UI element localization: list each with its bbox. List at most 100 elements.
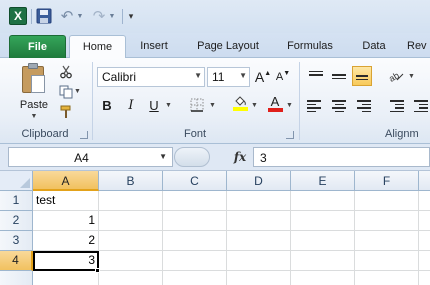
column-header-a[interactable]: A — [33, 171, 99, 191]
cell-f5[interactable] — [355, 271, 419, 285]
cell-c5[interactable] — [163, 271, 227, 285]
font-launcher-icon[interactable] — [286, 131, 294, 139]
decrease-indent-icon[interactable] — [386, 97, 404, 115]
cell-e4[interactable] — [291, 251, 355, 271]
font-name-select[interactable]: Calibri ▼ — [97, 67, 205, 87]
fill-color-icon[interactable] — [231, 94, 249, 112]
chevron-down-icon: ▼ — [194, 71, 202, 80]
italic-button[interactable]: I — [123, 96, 139, 114]
tab-data[interactable]: Data — [352, 35, 396, 58]
cut-icon[interactable] — [58, 64, 74, 80]
cell-f2[interactable] — [355, 211, 419, 231]
paste-button[interactable]: Paste ▼ — [14, 62, 54, 122]
cell-b5[interactable] — [99, 271, 163, 285]
font-size-select[interactable]: 11 ▼ — [207, 67, 250, 87]
cell-d4[interactable] — [227, 251, 291, 271]
undo-dropdown-icon[interactable]: ▼ — [76, 7, 84, 25]
excel-logo-icon[interactable]: X — [9, 7, 27, 25]
cell-c4[interactable] — [163, 251, 227, 271]
fill-color-dropdown-icon[interactable]: ▼ — [251, 102, 258, 109]
align-right-icon[interactable] — [353, 97, 371, 115]
cell-a5[interactable] — [33, 271, 99, 285]
align-left-icon[interactable] — [307, 97, 325, 115]
copy-dropdown-icon[interactable]: ▼ — [74, 88, 81, 95]
column-header-f[interactable]: F — [355, 171, 419, 191]
tab-file[interactable]: File — [9, 35, 66, 58]
tab-review[interactable]: Rev — [407, 35, 430, 58]
cell-b2[interactable] — [99, 211, 163, 231]
align-top-icon[interactable] — [307, 66, 325, 84]
cell-g5[interactable] — [419, 271, 430, 285]
orientation-dropdown-icon[interactable]: ▼ — [408, 73, 415, 80]
font-color-dropdown-icon[interactable]: ▼ — [286, 102, 293, 109]
increase-indent-icon[interactable] — [410, 97, 428, 115]
cell-f3[interactable] — [355, 231, 419, 251]
formula-bar-separator[interactable] — [174, 147, 210, 167]
insert-function-button[interactable]: fx — [230, 148, 250, 166]
cell-c2[interactable] — [163, 211, 227, 231]
underline-dropdown-icon[interactable]: ▼ — [165, 102, 172, 109]
cell-g4[interactable] — [419, 251, 430, 271]
bold-button[interactable]: B — [99, 96, 115, 114]
copy-icon[interactable] — [58, 84, 74, 100]
cell-c1[interactable] — [163, 191, 227, 211]
cell-d5[interactable] — [227, 271, 291, 285]
cell-e3[interactable] — [291, 231, 355, 251]
customize-toolbar-icon[interactable]: ▾ — [126, 7, 136, 25]
cell-d1[interactable] — [227, 191, 291, 211]
row-header-5[interactable] — [0, 271, 33, 285]
cell-a2[interactable]: 1 — [33, 211, 99, 231]
underline-button[interactable]: U — [146, 96, 162, 114]
cell-e2[interactable] — [291, 211, 355, 231]
cell-d3[interactable] — [227, 231, 291, 251]
paste-dropdown-icon[interactable]: ▼ — [14, 113, 54, 120]
tab-formulas[interactable]: Formulas — [277, 35, 343, 58]
grow-font-button[interactable]: A ▲ — [254, 68, 272, 86]
select-all-button[interactable] — [0, 171, 33, 191]
cell-a1[interactable]: test — [33, 191, 99, 211]
column-header-c[interactable]: C — [163, 171, 227, 191]
cell-b3[interactable] — [99, 231, 163, 251]
cell-g3[interactable] — [419, 231, 430, 251]
align-middle-icon[interactable] — [330, 66, 348, 84]
name-box[interactable]: A4 ▼ — [8, 147, 173, 167]
row-header-4[interactable]: 4 — [0, 251, 33, 271]
save-icon[interactable] — [36, 7, 52, 25]
formula-input[interactable]: 3 — [253, 147, 430, 167]
redo-icon[interactable]: ↷ — [90, 7, 108, 25]
column-header-d[interactable]: D — [227, 171, 291, 191]
tab-page-layout[interactable]: Page Layout — [189, 35, 267, 58]
cell-d2[interactable] — [227, 211, 291, 231]
column-header-g[interactable] — [419, 171, 430, 191]
borders-icon[interactable] — [188, 96, 206, 114]
font-color-button[interactable]: A — [266, 94, 284, 112]
row-header-2[interactable]: 2 — [0, 211, 33, 231]
borders-dropdown-icon[interactable]: ▼ — [209, 102, 216, 109]
align-center-icon[interactable] — [330, 97, 348, 115]
cell-g2[interactable] — [419, 211, 430, 231]
redo-dropdown-icon[interactable]: ▼ — [108, 7, 116, 25]
fill-handle[interactable] — [95, 268, 100, 273]
cell-e5[interactable] — [291, 271, 355, 285]
shrink-font-button[interactable]: A ▼ — [274, 68, 292, 86]
cell-a4[interactable]: 3 — [33, 251, 99, 271]
align-bottom-icon[interactable] — [352, 66, 372, 86]
cell-b1[interactable] — [99, 191, 163, 211]
cell-c3[interactable] — [163, 231, 227, 251]
cell-e1[interactable] — [291, 191, 355, 211]
cell-b4[interactable] — [99, 251, 163, 271]
cell-a3[interactable]: 2 — [33, 231, 99, 251]
orientation-icon[interactable]: ab — [386, 67, 406, 85]
cell-g1[interactable] — [419, 191, 430, 211]
cell-f1[interactable] — [355, 191, 419, 211]
tab-home[interactable]: Home — [69, 35, 126, 59]
row-header-3[interactable]: 3 — [0, 231, 33, 251]
format-painter-icon[interactable] — [58, 104, 74, 120]
tab-insert[interactable]: Insert — [130, 35, 178, 58]
row-header-1[interactable]: 1 — [0, 191, 33, 211]
undo-icon[interactable]: ↶ — [58, 7, 76, 25]
column-header-b[interactable]: B — [99, 171, 163, 191]
clipboard-launcher-icon[interactable] — [80, 131, 88, 139]
column-header-e[interactable]: E — [291, 171, 355, 191]
cell-f4[interactable] — [355, 251, 419, 271]
